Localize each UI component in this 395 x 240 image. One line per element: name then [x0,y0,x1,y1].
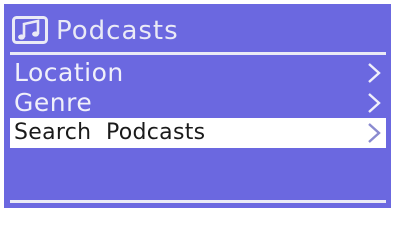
menu-item-label: Search Podcasts [14,120,206,145]
page-title: Podcasts [56,16,179,46]
chevron-right-icon [368,93,381,113]
chevron-right-icon [368,63,381,83]
menu-item-label: Location [14,58,124,87]
title-bar: Podcasts [10,10,382,52]
menu-item-search-podcasts[interactable]: Search Podcasts [10,118,386,148]
title-divider [10,52,386,55]
menu-item-label: Genre [14,88,93,117]
menu-item-genre[interactable]: Genre [10,88,386,118]
music-note-icon [12,16,48,44]
chevron-right-icon [368,123,381,143]
bottom-divider [10,200,386,203]
radio-display: Podcasts Location Genre Search Podcasts [4,4,391,208]
menu-item-location[interactable]: Location [10,58,386,88]
